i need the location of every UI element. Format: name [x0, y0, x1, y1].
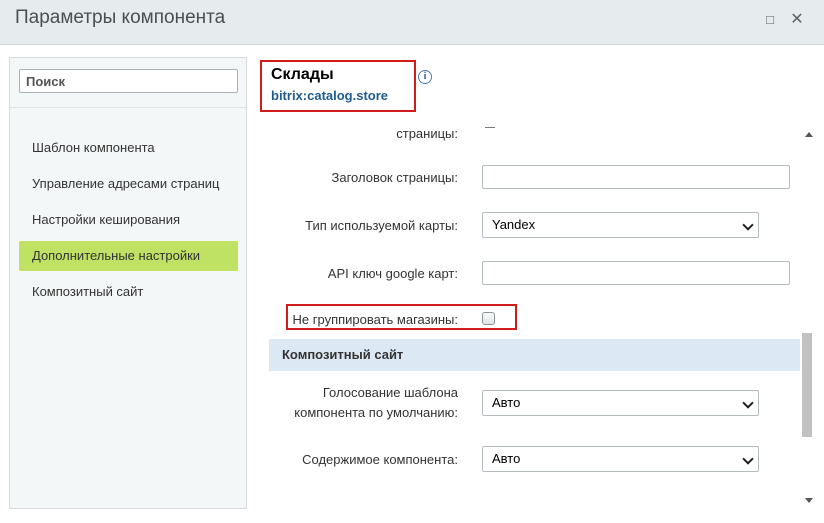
vote-value: Авто: [492, 395, 521, 410]
partial-field-mark: [485, 127, 495, 128]
sidebar-item-composite-site[interactable]: Композитный сайт: [19, 277, 238, 307]
chevron-down-icon: [742, 397, 754, 409]
google-key-input[interactable]: [482, 261, 790, 285]
chevron-down-icon: [742, 453, 754, 465]
sidebar-item-url-management[interactable]: Управление адресами страниц: [19, 169, 238, 199]
vote-label-line2: компонента по умолчанию:: [294, 405, 458, 420]
sidebar-item-additional-settings[interactable]: Дополнительные настройки: [19, 241, 238, 271]
no-group-highlight: [286, 304, 517, 330]
dialog-titlebar: Параметры компонента □ ✕: [0, 0, 824, 45]
section-title: Композитный сайт: [282, 347, 404, 362]
map-type-value: Yandex: [492, 217, 536, 232]
scroll-up-arrow-icon[interactable]: [805, 132, 813, 137]
maximize-icon[interactable]: □: [762, 12, 778, 28]
page-title-label: Заголовок страницы:: [331, 170, 459, 185]
vote-label-line1: Голосование шаблона: [322, 385, 458, 400]
component-code: bitrix:catalog.store: [271, 88, 389, 103]
content-label: Содержимое компонента:: [302, 452, 458, 467]
scroll-down-arrow-icon[interactable]: [805, 498, 813, 503]
section-composite-site: Композитный сайт: [269, 339, 800, 371]
sidebar-item-cache-settings[interactable]: Настройки кеширования: [19, 205, 238, 235]
page-title-input[interactable]: [482, 165, 790, 189]
content-select[interactable]: Авто: [482, 446, 759, 472]
form-scrollbar[interactable]: [801, 128, 816, 513]
partial-label: страницы:: [396, 126, 458, 141]
google-key-label: API ключ google карт:: [327, 266, 458, 281]
close-icon[interactable]: ✕: [789, 12, 805, 28]
dialog-title: Параметры компонента: [15, 7, 226, 28]
map-type-label: Тип используемой карты:: [305, 218, 458, 233]
search-input[interactable]: [19, 69, 238, 93]
component-header-highlight: Склады bitrix:catalog.store: [260, 60, 416, 112]
sidebar-divider: [10, 107, 246, 108]
sidebar-item-template[interactable]: Шаблон компонента: [19, 133, 238, 163]
content-value: Авто: [492, 451, 521, 466]
component-name: Склады: [271, 66, 334, 83]
chevron-down-icon: [742, 219, 754, 231]
vote-select[interactable]: Авто: [482, 390, 759, 416]
map-type-select[interactable]: Yandex: [482, 212, 759, 238]
info-icon[interactable]: i: [418, 70, 432, 84]
sidebar: Шаблон компонента Управление адресами ст…: [9, 57, 247, 509]
scroll-thumb[interactable]: [802, 333, 812, 437]
